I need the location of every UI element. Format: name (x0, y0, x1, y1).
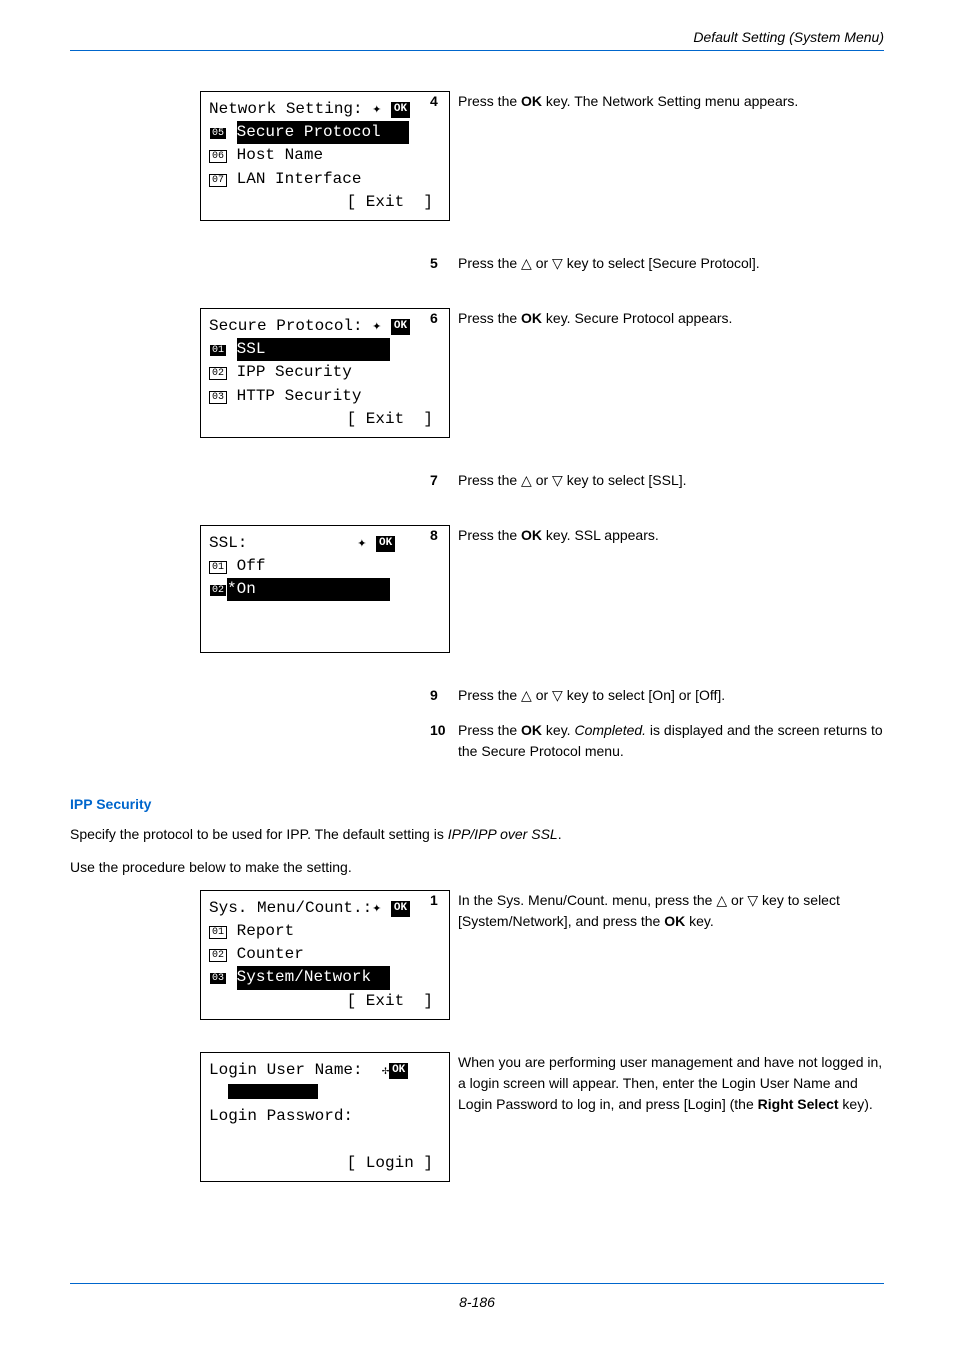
step-5: 5 Press the or key to select [Secure Pro… (430, 253, 884, 274)
up-icon (716, 892, 727, 908)
step-4: 4 Press the OK key. The Network Setting … (430, 91, 884, 112)
up-icon (521, 255, 532, 271)
ipp-para-1: Specify the protocol to be used for IPP.… (70, 824, 884, 845)
text-cursor-icon (228, 1084, 318, 1099)
ok-icon: OK (376, 536, 395, 552)
step-9: 9 Press the or key to select [On] or [Of… (430, 685, 884, 706)
step-7: 7 Press the or key to select [SSL]. (430, 470, 884, 491)
ipp-para-2: Use the procedure below to make the sett… (70, 857, 884, 878)
step-6: 6 Press the OK key. Secure Protocol appe… (430, 308, 884, 329)
down-icon (552, 472, 563, 488)
step-10: 10 Press the OK key. Completed. is displ… (430, 720, 884, 762)
nav-icon: ✦ (372, 99, 381, 121)
ok-icon: OK (391, 901, 410, 917)
nav-icon: ✦ (372, 316, 381, 338)
ipp-security-heading: IPP Security (70, 796, 884, 812)
down-icon (747, 892, 758, 908)
down-icon (552, 687, 563, 703)
ok-icon: OK (391, 319, 410, 335)
step-8: 8 Press the OK key. SSL appears. (430, 525, 884, 546)
nav-icon: ✦ (357, 533, 366, 555)
page-footer: 8-186 (70, 1283, 884, 1310)
login-note: When you are performing user management … (430, 1052, 884, 1115)
up-icon (521, 687, 532, 703)
nav-icon: ✦ (372, 898, 381, 920)
step-1b: 1 In the Sys. Menu/Count. menu, press th… (430, 890, 884, 932)
up-icon (521, 472, 532, 488)
ok-icon: OK (389, 1063, 408, 1079)
down-icon (552, 255, 563, 271)
page-header: Default Setting (System Menu) (693, 29, 884, 45)
ok-icon: OK (391, 102, 410, 118)
